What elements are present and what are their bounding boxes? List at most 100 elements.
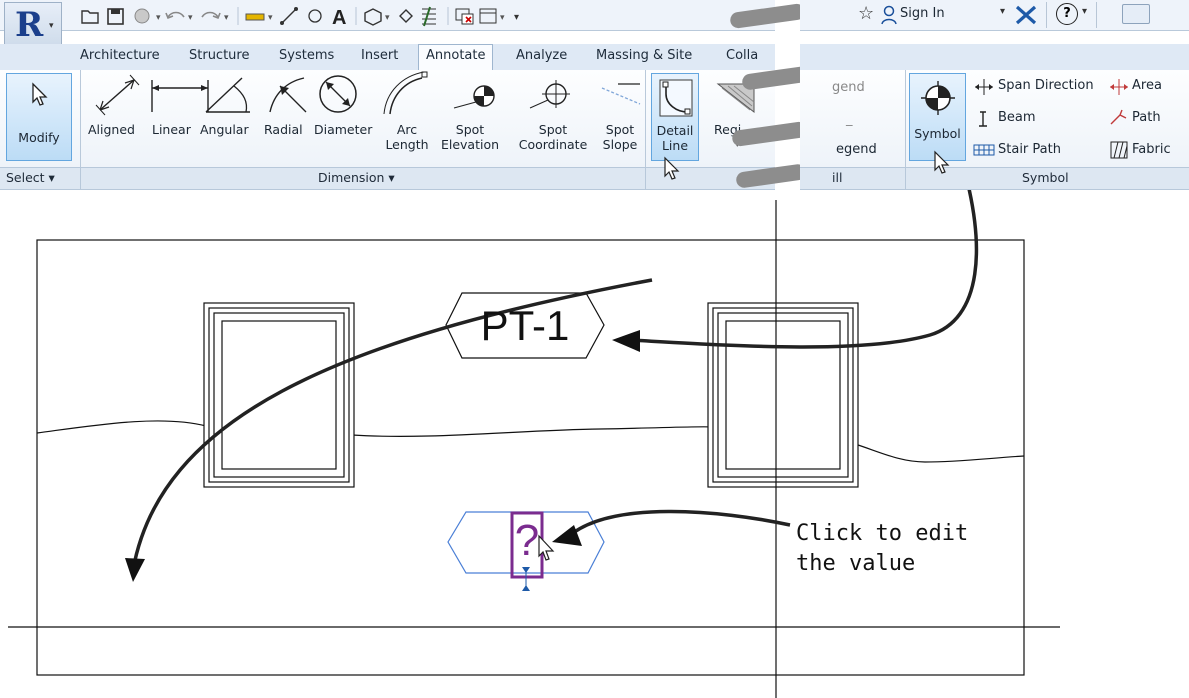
- favorites-star-icon[interactable]: ☆: [858, 3, 874, 24]
- fabric-button[interactable]: Fabric: [1132, 142, 1171, 157]
- beam-icon: [979, 111, 987, 127]
- angular-dimension-icon[interactable]: [205, 77, 250, 113]
- tag-placeholder-text[interactable]: ?: [512, 516, 542, 566]
- ribbon-panel-title-bar-right: ill Symbol: [800, 167, 1189, 190]
- path-icon: [1110, 109, 1127, 125]
- tab-insert[interactable]: Insert: [361, 48, 398, 63]
- aligned-dimension-qat-icon[interactable]: [280, 7, 298, 25]
- tab-collaborate[interactable]: Colla: [726, 48, 758, 63]
- spot-elevation-label-2[interactable]: Elevation: [430, 137, 510, 152]
- dimension-tool-icons: [95, 71, 641, 116]
- beam-button[interactable]: Beam: [998, 110, 1036, 125]
- spot-coordinate-label-1[interactable]: Spot: [512, 122, 594, 137]
- 3d-view-icon[interactable]: [364, 8, 382, 26]
- detail-line-button[interactable]: Detail Line: [651, 73, 699, 161]
- undo-icon[interactable]: [165, 11, 185, 20]
- tab-structure[interactable]: Structure: [189, 48, 249, 63]
- close-hidden-windows-icon[interactable]: [455, 8, 474, 25]
- area-button[interactable]: Area: [1132, 78, 1162, 93]
- redo-icon[interactable]: [201, 11, 221, 20]
- arc-label[interactable]: Arc: [384, 122, 430, 137]
- spot-elevation-icon[interactable]: [453, 85, 495, 109]
- symbol-panel-title[interactable]: Symbol: [1022, 170, 1069, 185]
- detail-line-label-1: Detail: [656, 123, 694, 138]
- thin-lines-icon[interactable]: [422, 6, 436, 27]
- legend-partial-label[interactable]: gend: [832, 80, 865, 95]
- measure-icon[interactable]: [245, 13, 265, 21]
- symbol-icon: [921, 81, 955, 115]
- spot-coordinate-icon[interactable]: [529, 80, 570, 109]
- drawing-area[interactable]: PT-1 ? Click to edit the value: [0, 190, 1189, 698]
- aligned-label[interactable]: Aligned: [88, 122, 135, 137]
- chevron-down-icon: ▾: [49, 21, 54, 31]
- dimension-panel-title[interactable]: Dimension ▾: [318, 170, 395, 185]
- diameter-dimension-icon[interactable]: [319, 75, 357, 113]
- open-icon[interactable]: [81, 10, 99, 24]
- quick-access-toolbar: R ▾ ▾ ▾ ▾ ▾ A ▾ ▾ ▾: [0, 0, 775, 46]
- chevron-down-icon[interactable]: ▾: [1000, 6, 1005, 17]
- tag-pt1-text[interactable]: PT-1: [446, 302, 604, 350]
- svg-text:▾: ▾: [224, 13, 229, 23]
- symbol-button[interactable]: Symbol: [909, 73, 966, 161]
- arc-length-label[interactable]: Length: [384, 137, 430, 152]
- symbol-label: Symbol: [914, 126, 961, 141]
- angular-label[interactable]: Angular: [200, 122, 249, 137]
- save-icon[interactable]: [107, 8, 124, 25]
- path-button[interactable]: Path: [1132, 110, 1161, 125]
- stair-path-button[interactable]: Stair Path: [998, 142, 1061, 157]
- tab-analyze[interactable]: Analyze: [516, 48, 567, 63]
- detail-line[interactable]: [36, 420, 1025, 463]
- svg-text:▾: ▾: [268, 13, 273, 23]
- modify-label: Modify: [18, 130, 60, 145]
- arrow-callout: [566, 509, 791, 539]
- spot-slope-label-2[interactable]: Slope: [598, 137, 642, 152]
- detail-line-label-2: Line: [661, 138, 689, 153]
- ribbon-tab-bar: Architecture Structure Systems Insert An…: [0, 44, 775, 71]
- tab-systems[interactable]: Systems: [279, 48, 334, 63]
- ribbon-right: ☆ Sign In ▾ ? ▾ gend _ egend Symbol Span…: [800, 0, 1189, 190]
- radial-label[interactable]: Radial: [264, 122, 303, 137]
- spot-coordinate-label-2[interactable]: Coordinate: [512, 137, 594, 152]
- span-direction-button[interactable]: Span Direction: [998, 78, 1094, 93]
- panel-separator: [645, 70, 646, 167]
- keynote-legend-partial-label[interactable]: egend: [836, 142, 877, 157]
- spot-slope-label-1[interactable]: Spot: [598, 122, 642, 137]
- tab-annotate[interactable]: Annotate: [418, 44, 494, 70]
- partial-panel-title[interactable]: ill: [832, 170, 842, 185]
- span-direction-icon: [975, 79, 993, 95]
- user-icon[interactable]: [880, 5, 898, 25]
- diameter-label[interactable]: Diameter: [314, 122, 372, 137]
- switch-windows-icon[interactable]: [479, 8, 497, 24]
- tab-massing-site[interactable]: Massing & Site: [596, 48, 692, 63]
- window-right[interactable]: [707, 302, 859, 488]
- mouse-cursor-icon: [664, 156, 680, 180]
- ribbon-left: R ▾ ▾ ▾ ▾ ▾ A ▾ ▾ ▾ Architecture Structu…: [0, 0, 775, 190]
- chevron-down-icon[interactable]: ▾: [1082, 6, 1087, 17]
- aligned-dimension-icon[interactable]: [95, 74, 140, 116]
- panel-separator: [80, 168, 81, 189]
- minimize-window-button[interactable]: [1122, 4, 1150, 24]
- exchange-apps-icon[interactable]: [1014, 4, 1038, 26]
- cursor-arrow-icon: [32, 82, 48, 106]
- tag-qat-icon[interactable]: [308, 9, 322, 23]
- tab-architecture[interactable]: Architecture: [80, 48, 160, 63]
- section-icon[interactable]: [399, 9, 413, 23]
- text-icon[interactable]: A: [332, 7, 346, 27]
- ribbon-tab-bar-right: [800, 44, 1189, 71]
- spot-slope-icon[interactable]: [601, 83, 641, 105]
- select-panel-title[interactable]: Select ▾: [6, 170, 55, 185]
- modify-button[interactable]: Modify: [6, 73, 72, 161]
- sign-in-link[interactable]: Sign In: [900, 6, 945, 21]
- arc-length-dimension-icon[interactable]: [383, 71, 428, 115]
- spot-elevation-label-1[interactable]: Spot: [430, 122, 510, 137]
- customize-qat-icon[interactable]: ▾: [514, 12, 519, 23]
- window-left[interactable]: [203, 302, 355, 488]
- linear-label[interactable]: Linear: [152, 122, 191, 137]
- application-menu-button[interactable]: R ▾: [4, 2, 62, 46]
- help-icon[interactable]: ?: [1056, 3, 1078, 25]
- linear-dimension-icon[interactable]: [151, 80, 209, 112]
- radial-dimension-icon[interactable]: [269, 77, 307, 113]
- mouse-cursor-icon: [934, 150, 950, 174]
- revit-logo-icon: R: [15, 5, 44, 45]
- sync-icon[interactable]: [134, 8, 150, 24]
